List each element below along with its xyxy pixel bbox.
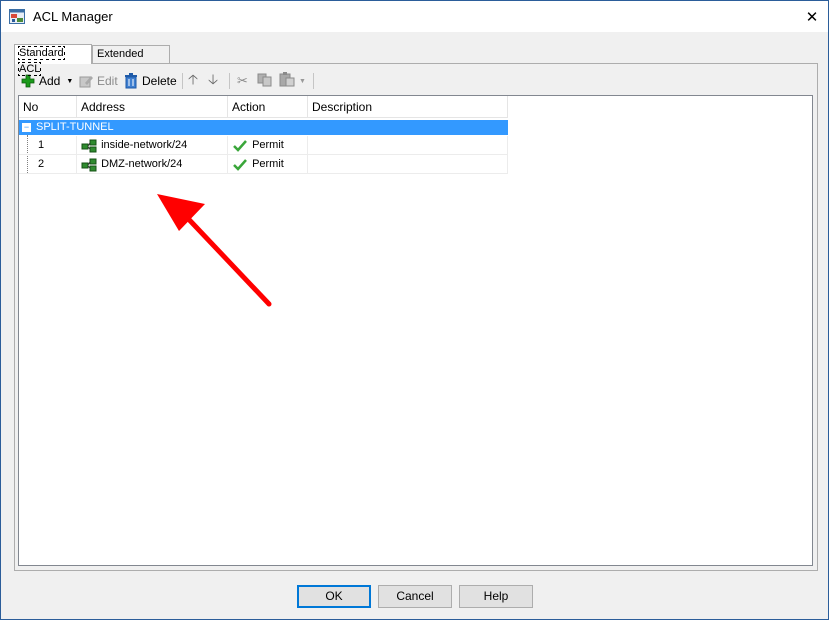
copy-button[interactable] <box>257 70 275 92</box>
delete-icon <box>124 73 138 89</box>
toolbar-separator <box>182 73 183 89</box>
acl-table: No Address Action Description − SPLIT-TU… <box>18 95 813 566</box>
ok-button[interactable]: OK <box>297 585 371 608</box>
edit-icon <box>79 74 93 88</box>
cut-icon: ✂ <box>237 73 248 88</box>
dialog-buttons: OK Cancel Help <box>1 585 828 608</box>
close-button[interactable]: ✕ <box>796 1 828 32</box>
tab-extended-acl[interactable]: Extended ACL <box>92 45 170 76</box>
help-button[interactable]: Help <box>459 585 533 608</box>
standard-acl-panel: Add ▼ Edit Delete 🡡 🡣 ✂ ▼ No Address Act… <box>14 63 818 571</box>
move-down-icon: 🡣 <box>208 71 219 87</box>
edit-button[interactable]: Edit <box>79 70 121 92</box>
add-button-label: Add <box>39 74 61 88</box>
close-icon: ✕ <box>805 8 819 26</box>
tab-standard-acl[interactable]: Standard ACL <box>14 44 92 76</box>
paste-button[interactable]: ▼ <box>279 70 311 92</box>
app-acl-icon <box>9 9 25 24</box>
chevron-down-icon: ▼ <box>66 77 74 85</box>
toolbar-separator <box>229 73 230 89</box>
toolbar-separator <box>313 73 314 89</box>
delete-button[interactable]: Delete <box>124 70 180 92</box>
move-up-icon: 🡡 <box>188 71 199 87</box>
delete-button-label: Delete <box>142 74 177 88</box>
cut-button[interactable]: ✂ <box>237 70 253 92</box>
title-bar: ACL Manager ✕ <box>1 1 828 32</box>
move-down-button[interactable]: 🡣 <box>208 70 224 92</box>
cancel-button[interactable]: Cancel <box>378 585 452 608</box>
chevron-down-icon: ▼ <box>299 77 306 85</box>
paste-icon <box>279 72 295 90</box>
window-title: ACL Manager <box>33 9 113 24</box>
edit-button-label: Edit <box>97 74 118 88</box>
move-up-button[interactable]: 🡡 <box>188 70 204 92</box>
annotation-arrow <box>157 194 272 307</box>
acl-manager-window: ACL Manager ✕ Standard ACL Extended ACL … <box>0 0 829 620</box>
copy-icon <box>257 73 273 90</box>
